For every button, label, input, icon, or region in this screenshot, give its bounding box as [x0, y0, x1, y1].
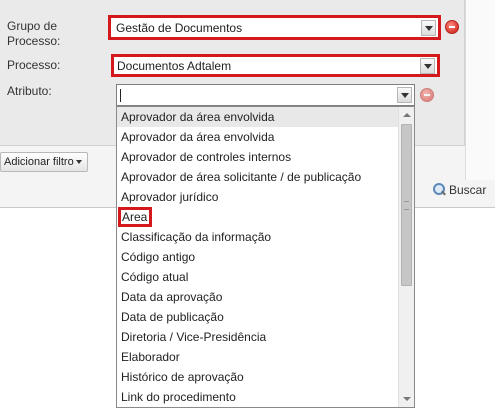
list-item[interactable]: Data da aprovação	[117, 287, 399, 307]
atributo-dropdown-list[interactable]: Aprovador da área envolvida Aprovador da…	[116, 106, 415, 408]
processo-select[interactable]: Documentos Adtalem	[111, 54, 440, 77]
grupo-processo-label: Grupo de Processo:	[7, 19, 61, 48]
list-item[interactable]: Data de publicação	[117, 307, 399, 327]
list-item[interactable]: Aprovador da área envolvida	[117, 107, 399, 127]
atributo-select[interactable]	[116, 84, 415, 106]
list-item[interactable]: Aprovador de controles internos	[117, 147, 399, 167]
chevron-down-icon[interactable]	[397, 87, 412, 103]
search-icon	[433, 183, 446, 196]
list-item[interactable]: Código atual	[117, 267, 399, 287]
remove-filter-icon[interactable]	[420, 88, 434, 102]
list-item[interactable]: Aprovador de área solicitante / de publi…	[117, 167, 399, 187]
list-item-area[interactable]: Area	[117, 207, 399, 227]
chevron-down-icon[interactable]	[420, 58, 435, 74]
add-filter-label: Adicionar filtro	[4, 156, 74, 168]
grupo-processo-value: Gestão de Documentos	[116, 21, 243, 35]
processo-label: Processo:	[7, 58, 61, 72]
atributo-label: Atributo:	[7, 84, 52, 98]
list-item[interactable]: Link do procedimento	[117, 387, 399, 407]
list-item[interactable]: Classificação da informação	[117, 227, 399, 247]
scroll-up-icon[interactable]	[399, 107, 414, 123]
side-divider	[465, 0, 495, 180]
list-item[interactable]: Código antigo	[117, 247, 399, 267]
remove-filter-icon[interactable]	[445, 20, 459, 34]
scroll-down-icon[interactable]	[399, 391, 414, 407]
list-item[interactable]: Diretoria / Vice-Presidência	[117, 327, 399, 347]
area-option-label: Area	[118, 207, 153, 227]
add-filter-button[interactable]: Adicionar filtro	[0, 152, 88, 172]
list-item[interactable]: Aprovador jurídico	[117, 187, 399, 207]
list-item[interactable]: Elaborador	[117, 347, 399, 367]
text-cursor	[120, 89, 121, 102]
search-button[interactable]: Buscar	[433, 183, 486, 197]
list-item[interactable]: Histórico de aprovação	[117, 367, 399, 387]
dropdown-scrollbar[interactable]	[398, 107, 414, 407]
grupo-processo-select[interactable]: Gestão de Documentos	[108, 15, 441, 40]
chevron-down-icon[interactable]	[421, 20, 436, 36]
list-item[interactable]: Aprovador da área envolvida	[117, 127, 399, 147]
processo-value: Documentos Adtalem	[117, 59, 232, 73]
caret-down-icon	[75, 160, 82, 165]
search-label: Buscar	[449, 183, 487, 197]
dropdown-options: Aprovador da área envolvida Aprovador da…	[117, 107, 399, 407]
scrollbar-thumb[interactable]	[401, 124, 412, 286]
